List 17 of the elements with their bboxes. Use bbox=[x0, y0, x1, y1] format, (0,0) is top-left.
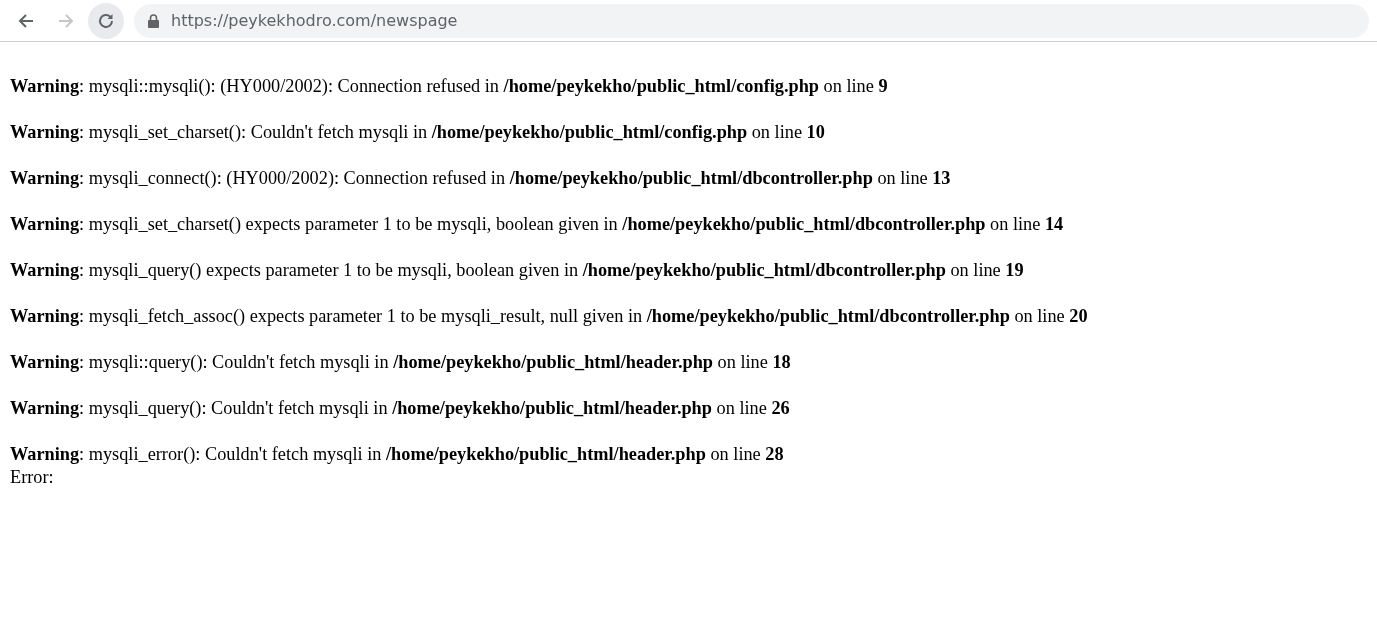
warning-message: Warning: mysqli_fetch_assoc() expects parameter 1 to be mysqli_result, null given in /home/peykekho/public_html/dbcontroller.php on line 20 bbox=[10, 305, 1089, 328]
warning-message: Warning: mysqli::query(): Couldn't fetch mysqli in /home/peykekho/public_html/header.php on line 18 bbox=[10, 351, 792, 374]
lock-icon bbox=[148, 13, 159, 28]
warning-message: Warning: mysqli_connect(): (HY000/2002): Connection refused in /home/peykekho/public_html/dbcontroller.php on line 13 bbox=[10, 167, 952, 190]
warning-message: Warning: mysqli_error(): Couldn't fetch mysqli in /home/peykekho/public_html/header.php on line 28 bbox=[10, 443, 785, 466]
url-text: https://peykekhodro.com/newspage bbox=[171, 9, 458, 32]
warning-message: Warning: mysqli_query() expects parameter 1 to be mysqli, boolean given in /home/peykekho/public_html/dbcontroller.php on line 19 bbox=[10, 259, 1025, 282]
address-bar[interactable]: https://peykekhodro.com/newspage bbox=[134, 3, 1369, 38]
warning-message: Warning: mysqli_set_charset() expects parameter 1 to be mysqli, boolean given in /home/peykekho/public_html/dbcontroller.php on line 14 bbox=[10, 213, 1065, 236]
reload-button[interactable] bbox=[88, 2, 124, 39]
forward-arrow-icon bbox=[57, 11, 75, 30]
warning-message: Warning: mysqli::mysqli(): (HY000/2002): Connection refused in /home/peykekho/public_html/config.php on line 9 bbox=[10, 75, 889, 98]
warning-message: Warning: mysqli_query(): Couldn't fetch mysqli in /home/peykekho/public_html/header.php on line 26 bbox=[10, 397, 791, 420]
warning-message: Warning: mysqli_set_charset(): Couldn't fetch mysqli in /home/peykekho/public_html/config.php on line 10 bbox=[10, 121, 826, 144]
back-arrow-icon bbox=[17, 11, 35, 30]
error-text: Error: bbox=[10, 466, 55, 489]
reload-icon bbox=[97, 11, 115, 30]
